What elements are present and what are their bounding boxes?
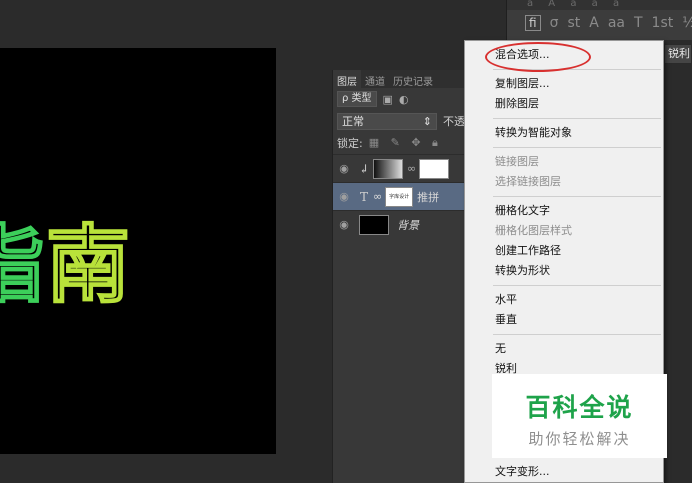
menu-item-convert-smart-object[interactable]: 转换为智能对象 — [465, 123, 663, 143]
menu-divider — [493, 285, 661, 286]
menu-item-duplicate-layer[interactable]: 复制图层... — [465, 74, 663, 94]
chevron-updown-icon: ⇕ — [422, 114, 432, 128]
menu-item-warp-text[interactable]: 文字变形... — [465, 462, 550, 482]
tab-history[interactable]: 历史记录 — [389, 70, 437, 88]
layer-name[interactable]: 背景 — [397, 217, 419, 233]
blend-mode-label: 正常 — [342, 114, 364, 128]
menu-divider — [493, 196, 661, 197]
image-filter-icon[interactable]: ▣ — [383, 93, 393, 106]
menu-divider — [493, 118, 661, 119]
watermark-subtitle: 助你轻松解决 — [528, 430, 631, 448]
canvas-neon-text: 指南 — [0, 198, 132, 319]
glyph-fraction[interactable]: ½ — [682, 15, 692, 31]
glyph-row: fi σ st A aa T 1st ½ — [507, 10, 692, 31]
menu-item-create-work-path[interactable]: 创建工作路径 — [465, 241, 663, 261]
adjustment-filter-icon[interactable]: ◐ — [399, 93, 409, 106]
layers-panel-tabs: 图层 通道 历史记录 — [333, 70, 466, 88]
menu-item-convert-to-shape[interactable]: 转换为形状 — [465, 261, 663, 281]
opacity-label: 不透 — [443, 115, 465, 128]
layer-filter-select[interactable]: ρ 类型 — [337, 91, 377, 107]
layer-thumbnail-gradient — [373, 158, 403, 179]
neon-glyph: 指 — [0, 215, 47, 315]
menu-item-rasterize-type[interactable]: 栅格化文字 — [465, 201, 663, 221]
glyph-aa[interactable]: aa — [608, 15, 625, 31]
tab-channels[interactable]: 通道 — [361, 70, 389, 88]
glyph-ordinal[interactable]: 1st — [652, 15, 674, 31]
watermark-title: 百科全说 — [525, 393, 634, 422]
tab-layers[interactable]: 图层 — [333, 70, 361, 88]
layer-row-background[interactable]: ◉ 背景 — [333, 210, 466, 238]
layer-row-text[interactable]: ◉ T ∞ 字库设计 推拼 — [333, 182, 466, 210]
menu-item-select-linked-layers: 选择链接图层 — [495, 175, 561, 188]
highlight-ellipse — [485, 42, 591, 72]
menu-item-rasterize-layer-style: 栅格化图层样式 — [495, 224, 572, 237]
menu-item-link-layers: 链接图层 — [495, 155, 539, 168]
lock-options-icons[interactable]: ▦ ✎ ✥ 🔒︎ — [369, 136, 442, 150]
layer-name[interactable]: 推拼 — [417, 189, 439, 205]
layer-row-adjust[interactable]: ◉ ↲ ∞ — [333, 154, 466, 182]
document-canvas[interactable]: 指南 — [0, 48, 276, 454]
glyph-st[interactable]: st — [567, 15, 580, 31]
menu-item-delete-layer[interactable]: 删除图层 — [465, 94, 663, 114]
lock-row: 锁定: ▦ ✎ ✥ 🔒︎ — [333, 132, 466, 154]
eye-icon[interactable]: ◉ — [333, 218, 355, 231]
menu-divider — [493, 334, 661, 335]
menu-divider — [493, 147, 661, 148]
glyph-sigma[interactable]: σ — [550, 15, 559, 31]
eye-icon[interactable]: ◉ — [333, 162, 355, 175]
text-layer-icon: T — [359, 189, 368, 204]
watermark-badge: 百科全说 助你轻松解决 — [492, 374, 667, 458]
link-icon: ∞ — [407, 162, 417, 175]
glyph-titling-t[interactable]: T — [634, 15, 643, 31]
antialias-select[interactable]: 锐利 — [664, 44, 692, 64]
menu-item-vertical[interactable]: 垂直 — [465, 310, 663, 330]
glyph-fi-ligature[interactable]: fi — [525, 15, 541, 31]
glyph-swash-a[interactable]: A — [589, 15, 599, 31]
blend-mode-select[interactable]: 正常 ⇕ — [337, 112, 437, 130]
neon-glyph: 南 — [45, 215, 133, 315]
glyphs-panel: a A a a a fi σ st A aa T 1st ½ — [506, 0, 692, 40]
blend-row: 正常 ⇕ 不透 — [333, 110, 466, 132]
eye-icon[interactable]: ◉ — [333, 190, 355, 203]
menu-item-horizontal[interactable]: 水平 — [465, 290, 663, 310]
layers-panel: 图层 通道 历史记录 ρ 类型 ▣ ◐ 正常 ⇕ 不透 锁定: ▦ ✎ ✥ 🔒︎… — [332, 70, 466, 483]
clip-arrow-icon: ↲ — [358, 161, 370, 176]
menu-item-antialias-none[interactable]: 无 — [465, 339, 663, 359]
filter-row: ρ 类型 ▣ ◐ — [333, 88, 466, 110]
glyphs-top-row: a A a a a — [507, 0, 692, 10]
layer-mask-thumbnail — [419, 158, 450, 179]
background-thumbnail — [359, 214, 389, 235]
lock-label: 锁定: — [337, 137, 363, 150]
link-icon: ∞ — [373, 190, 383, 203]
text-layer-thumbnail: 字库设计 — [385, 186, 414, 207]
